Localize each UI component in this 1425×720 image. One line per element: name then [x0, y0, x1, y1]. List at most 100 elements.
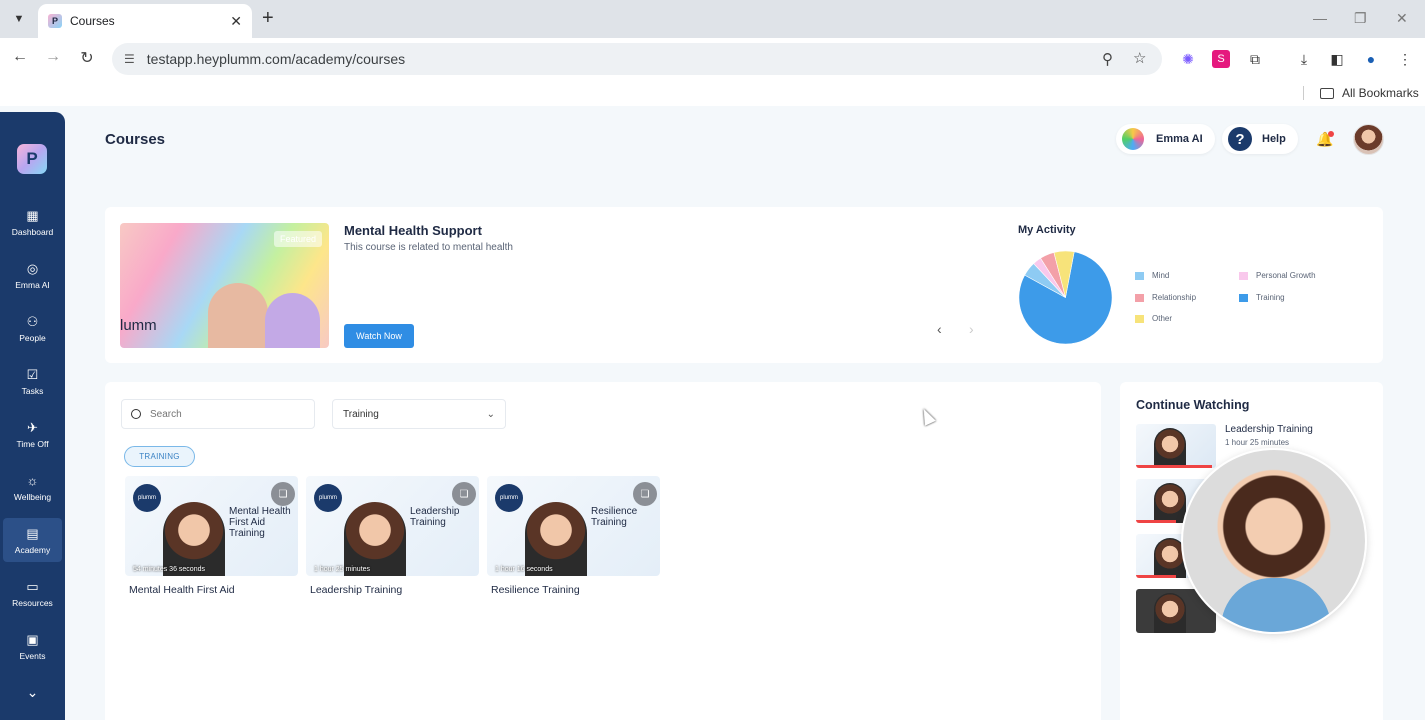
sidebar-item-events[interactable]: ▣ Events	[0, 624, 65, 668]
bookmarks-divider	[1303, 86, 1304, 100]
sidebar-item-label: People	[19, 332, 46, 343]
featured-description: This course is related to mental health	[344, 242, 513, 253]
sidebar-item-label: Emma AI	[15, 279, 50, 290]
sidebar-item-label: Dashboard	[11, 226, 54, 237]
sidebar-item-people[interactable]: ⚇ People	[0, 306, 65, 350]
course-name[interactable]: Mental Health First Aid	[129, 584, 298, 596]
continue-watching-name[interactable]: Leadership Training	[1225, 424, 1313, 435]
thumbnail-title: Mental Health First Aid Training	[229, 506, 291, 539]
sidebar-item-academy[interactable]: ▤ Academy	[3, 518, 62, 562]
presenter-video-bubble[interactable]	[1181, 448, 1367, 634]
legend-item-relationship: Relationship	[1135, 293, 1196, 302]
minimize-icon[interactable]: —	[1313, 10, 1327, 26]
course-card[interactable]: plumm Mental Health First Aid Training ❏…	[125, 476, 298, 596]
course-presenter-image	[525, 502, 587, 576]
favicon-icon: P	[48, 14, 62, 28]
tasks-icon: ☑	[26, 366, 39, 382]
help-button[interactable]: ? Help	[1222, 124, 1298, 154]
sidebar-expand-chevron-icon[interactable]: ⌄	[0, 684, 65, 701]
featured-image[interactable]: lumm Featured	[120, 223, 329, 348]
search-box[interactable]	[121, 399, 315, 429]
extensions-puzzle-icon[interactable]: ⧉	[1246, 50, 1264, 68]
browser-tab[interactable]: P Courses ✕	[38, 4, 252, 38]
course-card[interactable]: plumm Resilience Training ❏ 1 hour 16 se…	[487, 476, 660, 596]
search-input[interactable]	[150, 408, 300, 420]
course-name[interactable]: Leadership Training	[310, 584, 479, 596]
carousel-next-icon[interactable]: ›	[969, 321, 974, 337]
extension-s-icon[interactable]: S	[1212, 50, 1230, 68]
sidebar-item-resources[interactable]: ▭ Resources	[0, 571, 65, 615]
course-thumbnail[interactable]: plumm Leadership Training ❏ 1 hour 25 mi…	[306, 476, 479, 576]
course-name[interactable]: Resilience Training	[491, 584, 660, 596]
address-bar: ← → ↻ ☰ testapp.heyplumm.com/academy/cou…	[0, 38, 1425, 80]
course-thumbnail[interactable]: plumm Resilience Training ❏ 1 hour 16 se…	[487, 476, 660, 576]
category-select[interactable]: Training ⌄	[332, 399, 506, 429]
notification-dot	[1328, 131, 1334, 137]
calendar-icon: ▣	[26, 631, 39, 647]
menu-kebab-icon[interactable]: ⋮	[1396, 50, 1414, 68]
sidebar-item-emma-ai[interactable]: ◎ Emma AI	[0, 253, 65, 297]
activity-pie-chart	[1018, 250, 1113, 345]
tab-title: Courses	[70, 14, 115, 28]
bookmark-icon[interactable]: ❏	[452, 482, 476, 506]
continue-watching-duration: 1 hour 25 minutes	[1225, 438, 1290, 447]
illustration-person	[265, 293, 320, 348]
presenter-shirt	[1221, 578, 1331, 632]
restore-icon[interactable]: ❐	[1354, 10, 1367, 27]
featured-course-card: lumm Featured Mental Health Support This…	[105, 207, 1383, 363]
watch-now-button[interactable]: Watch Now	[344, 324, 414, 348]
featured-brand-text: lumm	[120, 317, 157, 334]
site-info-icon[interactable]: ☰	[124, 52, 135, 66]
sidebar-item-dashboard[interactable]: ▦ Dashboard	[0, 200, 65, 244]
extension-snowflake-icon[interactable]: ✺	[1179, 50, 1197, 68]
legend-item-mind: Mind	[1135, 271, 1169, 280]
page-title: Courses	[105, 131, 166, 148]
sidebar-item-time-off[interactable]: ✈ Time Off	[0, 412, 65, 456]
new-tab-icon[interactable]: +	[262, 8, 274, 28]
plumm-logo[interactable]: P	[17, 144, 47, 174]
profile-icon[interactable]: ●	[1362, 50, 1380, 68]
star-icon[interactable]: ☆	[1133, 49, 1146, 67]
folder-icon: ▭	[26, 578, 39, 594]
tab-search-icon[interactable]: ▼	[8, 8, 30, 30]
close-window-icon[interactable]: ✕	[1396, 10, 1408, 27]
avatar[interactable]	[1353, 124, 1384, 155]
legend-label: Training	[1256, 293, 1285, 302]
download-icon[interactable]: ⤓	[1295, 50, 1313, 68]
bookmark-icon[interactable]: ❏	[271, 482, 295, 506]
filter-chip-training[interactable]: TRAINING	[124, 446, 195, 467]
continue-watching-title: Continue Watching	[1136, 398, 1250, 412]
plane-icon: ✈	[27, 419, 38, 435]
sidebar-item-label: Resources	[12, 597, 53, 608]
bookmark-icon[interactable]: ❏	[633, 482, 657, 506]
emma-ai-button[interactable]: Emma AI	[1116, 124, 1215, 154]
all-bookmarks-button[interactable]: All Bookmarks	[1320, 86, 1419, 100]
featured-title: Mental Health Support	[344, 223, 482, 238]
course-card[interactable]: plumm Leadership Training ❏ 1 hour 25 mi…	[306, 476, 479, 596]
presenter-image	[1154, 483, 1186, 523]
back-icon[interactable]: ←	[9, 48, 31, 66]
course-duration: 54 minutes 36 seconds	[133, 566, 205, 573]
continue-watching-thumb[interactable]	[1136, 424, 1216, 468]
side-panel-icon[interactable]: ◧	[1328, 50, 1346, 68]
course-thumbnail[interactable]: plumm Mental Health First Aid Training ❏…	[125, 476, 298, 576]
legend-swatch	[1135, 293, 1144, 302]
sidebar-item-label: Time Off	[16, 438, 49, 449]
forward-icon[interactable]: →	[42, 48, 64, 66]
sidebar-item-wellbeing[interactable]: ☼ Wellbeing	[0, 465, 65, 509]
zoom-icon[interactable]: ⚲	[1102, 50, 1113, 68]
course-duration: 1 hour 16 seconds	[495, 566, 553, 573]
sidebar-item-label: Events	[19, 650, 46, 661]
sidebar-item-tasks[interactable]: ☑ Tasks	[0, 359, 65, 403]
reload-icon[interactable]: ↻	[76, 48, 98, 68]
carousel-prev-icon[interactable]: ‹	[937, 321, 942, 337]
legend-swatch	[1135, 271, 1144, 280]
close-tab-icon[interactable]: ✕	[230, 13, 242, 30]
url-bar[interactable]: ☰ testapp.heyplumm.com/academy/courses	[112, 43, 1162, 75]
search-icon	[131, 409, 141, 419]
course-presenter-image	[344, 502, 406, 576]
plumm-badge-icon: plumm	[133, 484, 161, 512]
presenter-image	[1154, 428, 1186, 468]
legend-item-personal-growth: Personal Growth	[1239, 271, 1316, 280]
bookmarks-bar: All Bookmarks	[0, 80, 1425, 106]
